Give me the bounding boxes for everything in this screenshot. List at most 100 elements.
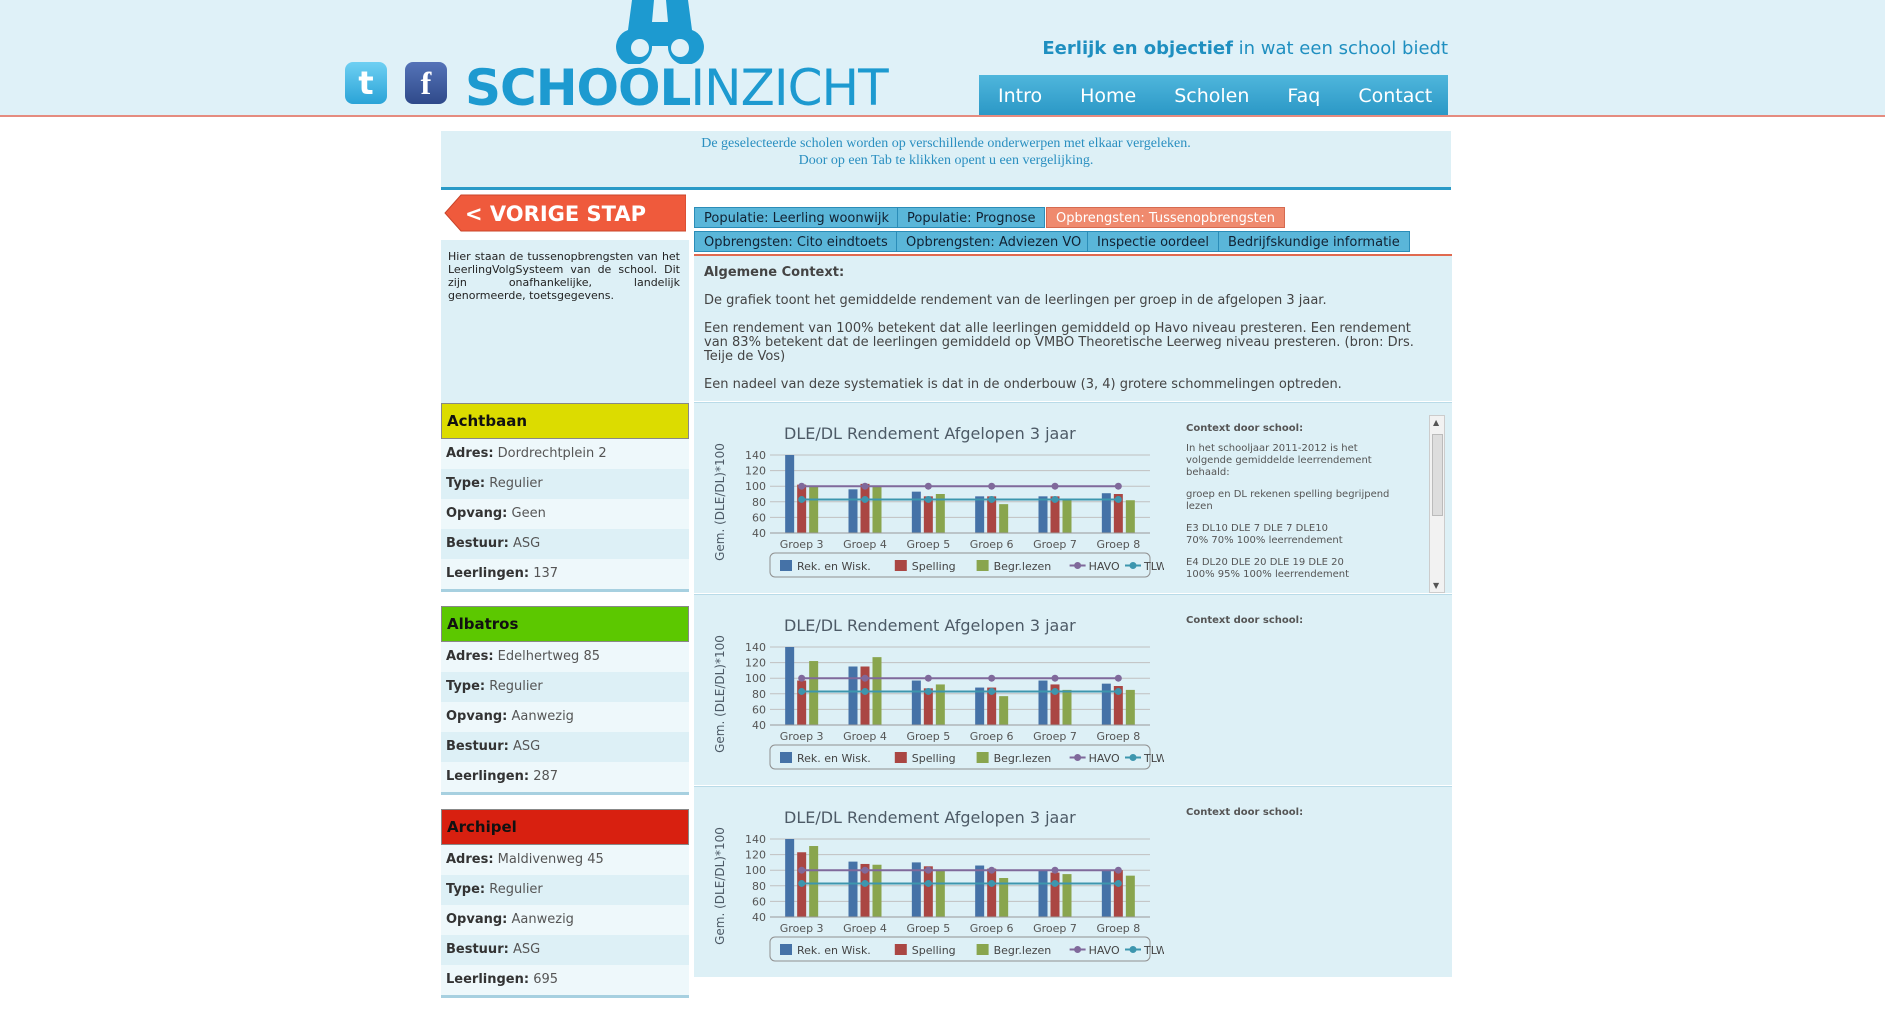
y-tick-label: 80 — [752, 880, 766, 893]
school-name[interactable]: Albatros — [441, 606, 689, 642]
chart-legend: Rek. en Wisk. Spelling Begr.lezen HAVO TLW — [769, 936, 1164, 962]
bar-begr-lezen — [809, 846, 819, 917]
bar-rek-en-wisk- — [975, 865, 985, 917]
scroll-up-icon[interactable]: ▲ — [1433, 418, 1439, 427]
point-tlw — [798, 495, 806, 503]
bar-begr-lezen — [872, 486, 882, 533]
school-name[interactable]: Archipel — [441, 809, 689, 845]
legend-swatch-marker — [1129, 754, 1137, 761]
chart-title: DLE/DL Rendement Afgelopen 3 jaar — [784, 616, 1076, 635]
bar-rek-en-wisk- — [1038, 870, 1048, 917]
point-havo — [924, 674, 932, 682]
bar-begr-lezen — [809, 486, 819, 533]
point-havo — [861, 674, 869, 682]
y-tick-label: 120 — [745, 465, 766, 478]
bar-rek-en-wisk- — [848, 489, 858, 533]
nav-intro[interactable]: Intro — [979, 75, 1061, 115]
bar-rek-en-wisk- — [1038, 496, 1048, 533]
x-tick-label: Groep 7 — [1033, 538, 1077, 551]
site-logo[interactable]: SCHOOLINZICHT — [465, 62, 889, 114]
tab-tussenopbrengsten[interactable]: Opbrengsten: Tussenopbrengsten — [1046, 207, 1286, 228]
point-tlw — [988, 687, 996, 695]
point-havo — [924, 866, 932, 874]
school-type: Type: Regulier — [441, 875, 689, 905]
school-divider — [441, 995, 689, 998]
legend-label: Spelling — [912, 560, 956, 573]
tab-cito-eindtoets[interactable]: Opbrengsten: Cito eindtoets — [694, 231, 898, 252]
tab-bedrijfskundige-informatie[interactable]: Bedrijfskundige informatie — [1218, 231, 1410, 252]
x-tick-label: Groep 4 — [843, 538, 887, 551]
facebook-icon[interactable]: f — [405, 62, 447, 104]
y-tick-label: 120 — [745, 657, 766, 670]
point-havo — [861, 866, 869, 874]
bar-rek-en-wisk- — [1101, 683, 1111, 725]
previous-step-label: < VORIGE STAP — [465, 202, 646, 226]
school-opvang: Opvang: Aanwezig — [441, 905, 689, 935]
x-tick-label: Groep 6 — [970, 922, 1014, 935]
y-tick-label: 100 — [745, 864, 766, 877]
x-tick-label: Groep 3 — [780, 922, 824, 935]
nav-home[interactable]: Home — [1061, 75, 1155, 115]
tab-populatie-prognose[interactable]: Populatie: Prognose — [897, 207, 1046, 228]
tab-adviezen-vo[interactable]: Opbrengsten: Adviezen VO — [896, 231, 1092, 252]
tab-populatie-woonwijk[interactable]: Populatie: Leerling woonwijk — [694, 207, 899, 228]
legend-swatch-marker — [1129, 562, 1137, 569]
context-paragraph-1: De grafiek toont het gemiddelde rendemen… — [704, 293, 1327, 308]
point-havo — [988, 866, 996, 874]
point-tlw — [1051, 879, 1059, 887]
nav-contact[interactable]: Contact — [1339, 75, 1451, 115]
point-tlw — [861, 687, 869, 695]
context-paragraph-2: Een rendement van 100% betekent dat alle… — [704, 321, 1414, 364]
general-context: Algemene Context: De grafiek toont het g… — [694, 256, 1452, 401]
point-havo — [1114, 866, 1122, 874]
bar-rek-en-wisk- — [1038, 680, 1048, 725]
point-havo — [1051, 674, 1059, 682]
chart-panel-albatros: DLE/DL Rendement Afgelopen 3 jaar Gem. (D… — [694, 594, 1452, 785]
y-tick-label: 140 — [745, 449, 766, 462]
context-scrollbar[interactable]: ▲ ▼ — [1429, 415, 1445, 593]
bar-begr-lezen — [872, 864, 882, 917]
school-name[interactable]: Achtbaan — [441, 403, 689, 439]
context-paragraph-3: Een nadeel van deze systematiek is dat i… — [704, 377, 1342, 392]
site-header: t f SCHOOLINZICHT Eerlijk en objectief i… — [0, 0, 1885, 117]
point-havo — [924, 482, 932, 490]
x-tick-label: Groep 5 — [906, 538, 950, 551]
point-havo — [988, 674, 996, 682]
point-tlw — [861, 879, 869, 887]
chart-title: DLE/DL Rendement Afgelopen 3 jaar — [784, 808, 1076, 827]
bar-begr-lezen — [1125, 689, 1135, 725]
twitter-icon[interactable]: t — [345, 62, 387, 104]
school-card-albatros: Albatros Adres: Edelhertweg 85 Type: Reg… — [441, 606, 689, 795]
school-leerlingen: Leerlingen: 287 — [441, 762, 689, 792]
y-axis-label: Gem. (DLE/DL)*100 — [713, 635, 727, 753]
school-address: Adres: Edelhertweg 85 — [441, 642, 689, 672]
x-tick-label: Groep 8 — [1096, 922, 1140, 935]
previous-step-button[interactable]: < VORIGE STAP — [443, 193, 686, 233]
legend-swatch — [780, 752, 792, 763]
tab-inspectie-oordeel[interactable]: Inspectie oordeel — [1087, 231, 1219, 252]
nav-scholen[interactable]: Scholen — [1155, 75, 1268, 115]
scroll-thumb[interactable] — [1432, 434, 1443, 516]
legend-label: Rek. en Wisk. — [797, 944, 871, 957]
intro-line-2: Door op een Tab te klikken opent u een v… — [798, 153, 1094, 168]
school-type: Type: Regulier — [441, 469, 689, 499]
chart-legend: Rek. en Wisk. Spelling Begr.lezen HAVO TLW — [769, 552, 1164, 578]
y-tick-label: 60 — [752, 703, 766, 716]
point-tlw — [1051, 687, 1059, 695]
nav-faq[interactable]: Faq — [1268, 75, 1339, 115]
school-context-line: groep en DL rekenen spelling begrijpend … — [1186, 489, 1390, 512]
school-opvang: Opvang: Geen — [441, 499, 689, 529]
school-bestuur: Bestuur: ASG — [441, 935, 689, 965]
school-context-line: E3 DL10 DLE 7 DLE 7 DLE10 70% 70% 100% l… — [1186, 523, 1343, 546]
y-tick-label: 100 — [745, 480, 766, 493]
school-address: Adres: Dordrechtplein 2 — [441, 439, 689, 469]
point-havo — [798, 674, 806, 682]
bar-begr-lezen — [809, 661, 819, 725]
x-tick-label: Groep 6 — [970, 730, 1014, 743]
scroll-down-icon[interactable]: ▼ — [1433, 581, 1439, 590]
school-leerlingen: Leerlingen: 695 — [441, 965, 689, 995]
point-tlw — [1051, 495, 1059, 503]
bar-rek-en-wisk- — [848, 666, 858, 725]
bar-begr-lezen — [999, 504, 1009, 533]
y-axis-label: Gem. (DLE/DL)*100 — [713, 827, 727, 945]
